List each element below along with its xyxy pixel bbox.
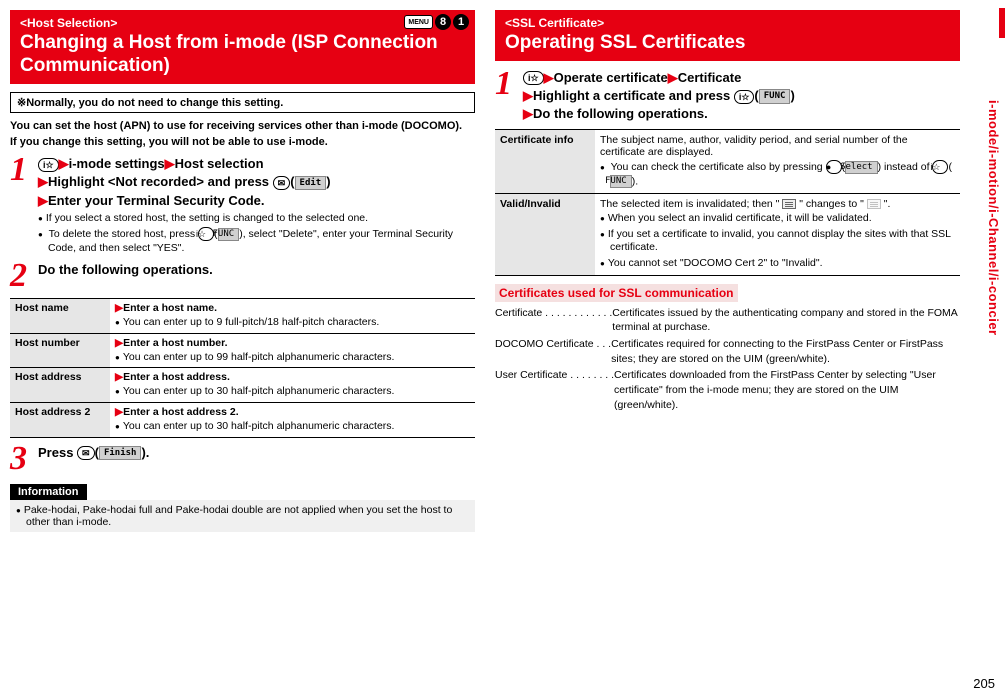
step-2: 2 Do the following operations. xyxy=(10,261,475,292)
column-left: MENU 8 1 <Host Selection> Changing a Hos… xyxy=(10,10,475,532)
cert-invalid-icon xyxy=(867,199,881,209)
mail-key-icon: ✉ xyxy=(77,446,95,460)
header-bracket: <Host Selection> xyxy=(20,16,117,30)
header-host-selection: MENU 8 1 <Host Selection> Changing a Hos… xyxy=(10,10,475,84)
cell-desc: ▶Enter a host address. You can enter up … xyxy=(110,368,475,403)
side-accent-bar xyxy=(999,8,1005,38)
softkey-select: Select xyxy=(845,161,878,175)
menu-key-icon: MENU xyxy=(404,15,433,29)
cert-desc: Certificates downloaded from the FirstPa… xyxy=(614,368,960,412)
cell-desc: ▶Enter a host number. You can enter up t… xyxy=(110,333,475,368)
certificate-ops-table: Certificate info The subject name, autho… xyxy=(495,129,960,275)
cell-label: Host address 2 xyxy=(10,402,110,437)
section-certificates-used: Certificates used for SSL communication xyxy=(495,284,738,302)
table-row: Host address ▶Enter a host address. You … xyxy=(10,368,475,403)
digit-1-key: 1 xyxy=(453,14,469,30)
step-number-3: 3 xyxy=(10,444,38,475)
table-row: Host number ▶Enter a host number. You ca… xyxy=(10,333,475,368)
cert-info-bullet: You can check the certificate also by pr… xyxy=(600,160,955,189)
step-1: 1 i☆▶i-mode settings▶Host selection ▶Hig… xyxy=(10,155,475,255)
i-appli-key-icon: i☆ xyxy=(523,71,544,85)
note-box: ※Normally, you do not need to change thi… xyxy=(10,92,475,113)
step1-line2: ▶Highlight <Not recorded> and press ✉(Ed… xyxy=(38,173,475,191)
cert-desc: Certificates required for connecting to … xyxy=(611,337,960,366)
cell-label: Host number xyxy=(10,333,110,368)
info-bullet: Pake-hodai, Pake-hodai full and Pake-hod… xyxy=(16,504,469,528)
cell-desc: ▶Enter a host name. You can enter up to … xyxy=(110,299,475,334)
rstep1-line2: ▶Highlight a certificate and press i☆(FU… xyxy=(523,87,960,105)
step1-line1: i☆▶i-mode settings▶Host selection xyxy=(38,155,475,173)
step-number-2: 2 xyxy=(10,261,38,292)
softkey-edit: Edit xyxy=(295,176,327,191)
list-item: Certificate . . . . . . . . . . . . Cert… xyxy=(495,306,960,335)
i-appli-key-icon: i☆ xyxy=(198,227,214,241)
step-3: 3 Press ✉(Finish). xyxy=(10,444,475,475)
information-header: Information xyxy=(10,484,87,500)
softkey-finish: Finish xyxy=(99,446,142,461)
cert-label: User Certificate . . . . . . . . xyxy=(495,368,614,412)
menu-shortcut: MENU 8 1 xyxy=(404,14,469,30)
step3-line: Press ✉(Finish). xyxy=(38,444,475,462)
certificate-type-list: Certificate . . . . . . . . . . . . Cert… xyxy=(495,306,960,413)
step1-bullet1: If you select a stored host, the setting… xyxy=(38,212,475,226)
cell-label: Valid/Invalid xyxy=(495,194,595,276)
list-item: User Certificate . . . . . . . . Certifi… xyxy=(495,368,960,412)
table-row: Certificate info The subject name, autho… xyxy=(495,130,960,194)
rstep1-line1: i☆▶Operate certificate▶Certificate xyxy=(523,69,960,87)
host-settings-table: Host name ▶Enter a host name. You can en… xyxy=(10,298,475,438)
table-row: Host address 2 ▶Enter a host address 2. … xyxy=(10,402,475,437)
softkey-func: FUNC xyxy=(759,89,791,104)
header-bracket: <SSL Certificate> xyxy=(505,16,604,30)
page-number: 205 xyxy=(973,676,995,691)
softkey-func: FUNC xyxy=(218,228,240,242)
step-1-right: 1 i☆▶Operate certificate▶Certificate ▶Hi… xyxy=(495,69,960,124)
information-body: Pake-hodai, Pake-hodai full and Pake-hod… xyxy=(10,500,475,532)
cell-desc: ▶Enter a host address 2. You can enter u… xyxy=(110,402,475,437)
cell-desc: The selected item is invalidated; then "… xyxy=(595,194,960,276)
step2-title: Do the following operations. xyxy=(38,261,475,279)
cert-valid-icon xyxy=(782,199,796,209)
mail-key-icon: ✉ xyxy=(273,176,291,190)
step-number-1: 1 xyxy=(495,69,523,124)
cert-label: Certificate . . . . . . . . . . . . xyxy=(495,306,612,335)
list-item: DOCOMO Certificate . . . Certificates re… xyxy=(495,337,960,366)
valid-bullet-2: If you set a certificate to invalid, you… xyxy=(600,228,955,255)
cert-label: DOCOMO Certificate . . . xyxy=(495,337,611,366)
step-number-1: 1 xyxy=(10,155,38,255)
information-block: Information Pake-hodai, Pake-hodai full … xyxy=(10,484,475,532)
step1-line3: ▶Enter your Terminal Security Code. xyxy=(38,192,475,210)
header-title: Changing a Host from i-mode (ISP Connect… xyxy=(20,32,465,78)
cert-desc: Certificates issued by the authenticatin… xyxy=(612,306,960,335)
rstep1-line3: ▶Do the following operations. xyxy=(523,105,960,123)
cell-desc: The subject name, author, validity perio… xyxy=(595,130,960,194)
intro-text-2: If you change this setting, you will not… xyxy=(10,135,475,149)
header-ssl-certificate: <SSL Certificate> Operating SSL Certific… xyxy=(495,10,960,61)
i-appli-key-icon: i☆ xyxy=(38,158,59,172)
table-row: Host name ▶Enter a host name. You can en… xyxy=(10,299,475,334)
valid-bullet-1: When you select an invalid certificate, … xyxy=(600,212,955,226)
step1-bullet2: To delete the stored host, press i☆(FUNC… xyxy=(38,227,475,255)
page-content: MENU 8 1 <Host Selection> Changing a Hos… xyxy=(0,0,1005,542)
i-appli-key-icon: i☆ xyxy=(932,160,948,174)
cell-label: Certificate info xyxy=(495,130,595,194)
intro-text-1: You can set the host (APN) to use for re… xyxy=(10,119,475,133)
side-chapter-label: i-mode/i-motion/i-Channel/i-concier xyxy=(986,100,1001,336)
cell-label: Host address xyxy=(10,368,110,403)
cell-label: Host name xyxy=(10,299,110,334)
i-appli-key-icon: i☆ xyxy=(734,90,755,104)
softkey-func: FUNC xyxy=(610,175,632,189)
header-title: Operating SSL Certificates xyxy=(505,32,950,55)
valid-bullet-3: You cannot set "DOCOMO Cert 2" to "Inval… xyxy=(600,257,955,271)
table-row: Valid/Invalid The selected item is inval… xyxy=(495,194,960,276)
column-right: <SSL Certificate> Operating SSL Certific… xyxy=(495,10,960,532)
digit-8-key: 8 xyxy=(435,14,451,30)
